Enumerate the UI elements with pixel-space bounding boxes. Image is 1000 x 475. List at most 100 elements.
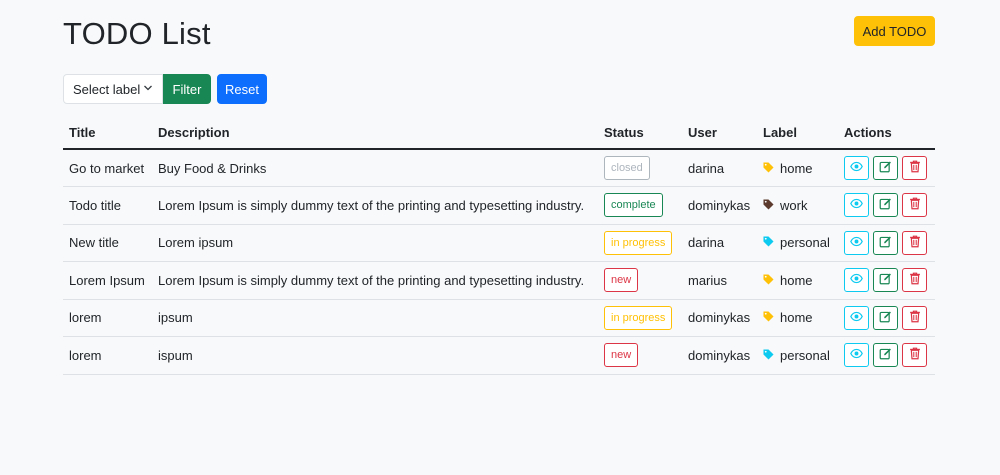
page-title: TODO List: [63, 16, 211, 51]
label-select[interactable]: Select label: [63, 74, 163, 104]
tag-icon: [763, 235, 774, 250]
status-badge: in progress: [604, 305, 673, 330]
cell-description: Lorem Ipsum is simply dummy text of the …: [152, 261, 598, 300]
view-button[interactable]: [844, 230, 869, 255]
cell-status: complete: [598, 186, 682, 225]
tag-icon: [763, 348, 774, 363]
add-todo-button[interactable]: Add TODO: [854, 16, 935, 46]
cell-status: closed: [598, 149, 682, 187]
table-row: lorem ispum new dominykas personal: [63, 336, 935, 375]
edit-icon: [879, 197, 892, 213]
column-header-user: User: [682, 116, 757, 150]
trash-icon: [909, 347, 921, 363]
cell-title: Todo title: [63, 186, 152, 225]
cell-user: dominykas: [682, 299, 757, 337]
edit-button[interactable]: [873, 156, 898, 180]
tag-icon: [763, 198, 774, 213]
column-header-label: Label: [757, 116, 838, 150]
view-button[interactable]: [844, 343, 869, 368]
table-row: Go to market Buy Food & Drinks closed darin…: [63, 149, 935, 187]
cell-title: Lorem Ipsum: [63, 261, 152, 300]
cell-actions: [838, 224, 935, 262]
table-header-row: Title Description Status User Label Acti…: [63, 116, 935, 150]
label-text: work: [780, 197, 808, 213]
cell-description: Lorem Ipsum is simply dummy text of the …: [152, 186, 598, 225]
filter-button[interactable]: Filter: [163, 74, 211, 104]
delete-button[interactable]: [902, 230, 927, 255]
delete-button[interactable]: [902, 193, 927, 218]
cell-actions: [838, 186, 935, 225]
column-header-status: Status: [598, 116, 682, 150]
view-button[interactable]: [844, 156, 869, 180]
label-select-value: Select label: [73, 81, 141, 97]
cell-label: personal: [757, 224, 838, 262]
cell-actions: [838, 336, 935, 375]
table-row: lorem ipsum in progress dominykas home: [63, 299, 935, 337]
label-text: personal: [780, 347, 830, 363]
edit-icon: [879, 347, 892, 363]
tag-icon: [763, 310, 774, 325]
cell-user: dominykas: [682, 186, 757, 225]
cell-user: darina: [682, 224, 757, 262]
eye-icon: [850, 272, 863, 288]
eye-icon: [850, 160, 863, 176]
cell-label: home: [757, 261, 838, 300]
cell-label: work: [757, 186, 838, 225]
delete-button[interactable]: [902, 268, 927, 293]
delete-button[interactable]: [902, 305, 927, 330]
view-button[interactable]: [844, 268, 869, 293]
cell-status: new: [598, 336, 682, 375]
cell-status: new: [598, 261, 682, 300]
cell-label: home: [757, 149, 838, 187]
cell-label: personal: [757, 336, 838, 375]
edit-icon: [879, 272, 892, 288]
cell-description: Lorem ipsum: [152, 224, 598, 262]
edit-button[interactable]: [873, 343, 898, 368]
label-text: home: [780, 160, 813, 176]
trash-icon: [909, 197, 921, 213]
cell-actions: [838, 261, 935, 300]
label-text: home: [780, 272, 813, 288]
todo-table: Title Description Status User Label Acti…: [63, 116, 935, 375]
cell-label: home: [757, 299, 838, 337]
edit-button[interactable]: [873, 268, 898, 293]
view-button[interactable]: [844, 305, 869, 330]
delete-button[interactable]: [902, 343, 927, 368]
column-header-actions: Actions: [838, 116, 935, 150]
status-badge: new: [604, 343, 639, 368]
cell-actions: [838, 149, 935, 187]
cell-title: New title: [63, 224, 152, 262]
cell-status: in progress: [598, 224, 682, 262]
cell-description: ispum: [152, 336, 598, 375]
filter-bar: Select label Filter Reset: [63, 74, 267, 104]
eye-icon: [850, 310, 863, 326]
eye-icon: [850, 235, 863, 251]
cell-actions: [838, 299, 935, 337]
trash-icon: [909, 160, 921, 176]
edit-icon: [879, 310, 892, 326]
trash-icon: [909, 310, 921, 326]
cell-title: lorem: [63, 299, 152, 337]
cell-description: Buy Food & Drinks: [152, 149, 598, 187]
reset-button[interactable]: Reset: [217, 74, 267, 104]
table-row: New title Lorem ipsum in progress darina per…: [63, 224, 935, 262]
eye-icon: [850, 197, 863, 213]
view-button[interactable]: [844, 193, 869, 218]
cell-title: Go to market: [63, 149, 152, 187]
delete-button[interactable]: [902, 156, 927, 180]
page-header: TODO List Add TODO: [63, 15, 935, 55]
edit-button[interactable]: [873, 193, 898, 218]
cell-user: marius: [682, 261, 757, 300]
label-text: home: [780, 310, 813, 326]
tag-icon: [763, 161, 774, 176]
eye-icon: [850, 347, 863, 363]
table-row: Lorem Ipsum Lorem Ipsum is simply dummy t…: [63, 261, 935, 300]
status-badge: in progress: [604, 230, 673, 255]
cell-user: darina: [682, 149, 757, 187]
status-badge: complete: [604, 193, 663, 218]
edit-icon: [879, 235, 892, 251]
edit-button[interactable]: [873, 230, 898, 255]
edit-button[interactable]: [873, 305, 898, 330]
edit-icon: [879, 160, 892, 176]
cell-user: dominykas: [682, 336, 757, 375]
